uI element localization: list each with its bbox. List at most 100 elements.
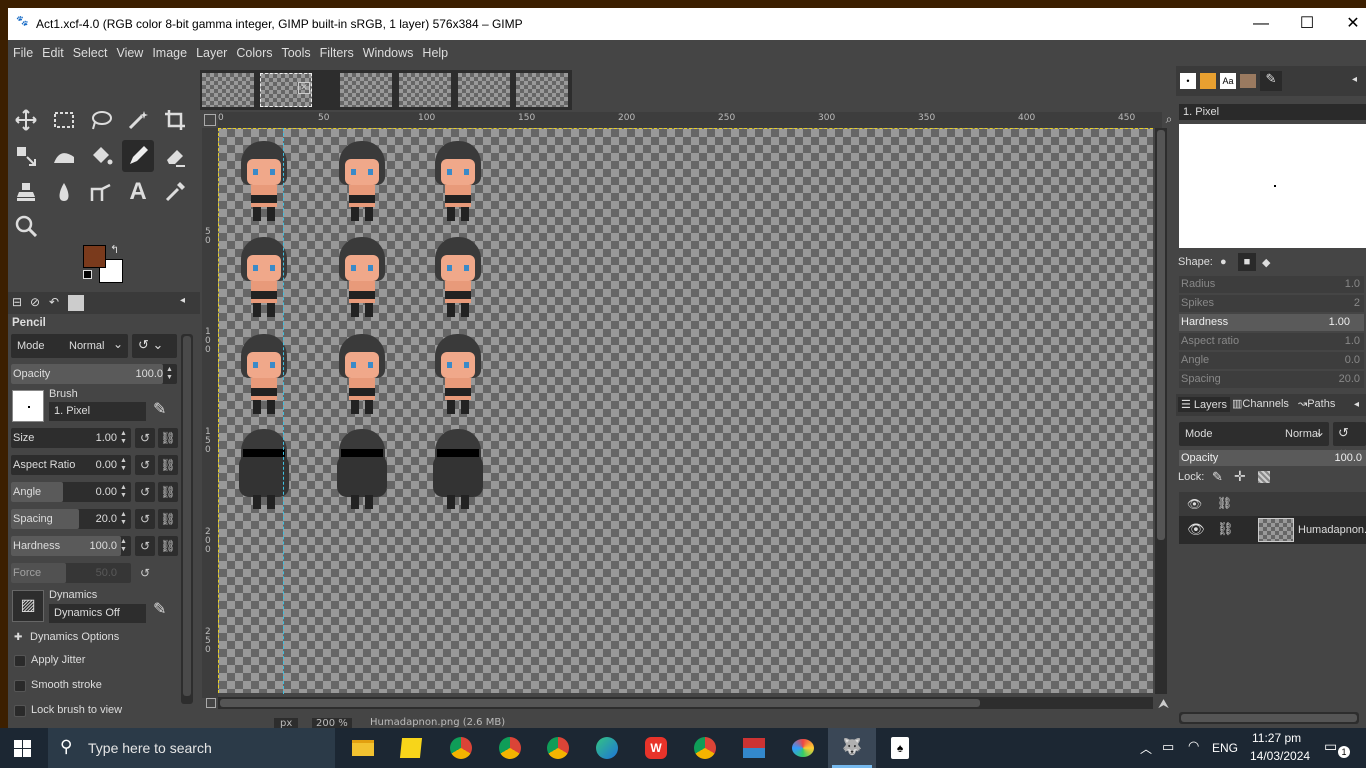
clock-date[interactable]: 14/03/2024 <box>1250 749 1310 763</box>
expand-icon[interactable]: ✚ <box>14 632 22 643</box>
unified-transform-icon[interactable] <box>10 140 42 172</box>
lock-pixels-icon[interactable]: ✎ <box>1212 469 1223 485</box>
force-slider[interactable]: Force 50.0 <box>11 563 131 583</box>
game-app-icon[interactable] <box>739 734 769 762</box>
navigate-icon[interactable]: ⮝ <box>1158 697 1169 712</box>
brush-angle-slider[interactable]: Angle 0.0 <box>1179 352 1364 369</box>
battery-icon[interactable]: ▭ <box>1162 739 1174 755</box>
foreground-color-swatch[interactable] <box>83 245 106 268</box>
reset-layer-mode-button[interactable]: ↺ ⌄ <box>1333 422 1366 456</box>
image-tab[interactable] <box>202 73 254 107</box>
menu-select[interactable]: Select <box>68 40 112 60</box>
diamond-shape-icon[interactable]: ◆ <box>1262 256 1270 269</box>
layer-name[interactable]: Humadapnon.png <box>1298 524 1366 536</box>
dock-menu-icon[interactable]: ◂ <box>180 295 185 306</box>
circle-shape-icon[interactable]: ● <box>1220 256 1227 268</box>
sticky-notes-icon[interactable] <box>396 734 426 762</box>
angle-spin-icon[interactable]: ▲ ▼ <box>120 484 129 500</box>
image-tab[interactable] <box>516 73 568 107</box>
chrome-profile-3-icon[interactable] <box>690 734 720 762</box>
device-status-tab-icon[interactable]: ⊘ <box>30 295 40 309</box>
smooth-stroke-checkbox[interactable] <box>14 680 26 692</box>
chrome-profile-1-icon[interactable] <box>446 734 476 762</box>
dock-menu-icon[interactable]: ◂ <box>1354 399 1359 410</box>
swap-colors-icon[interactable]: ↰ <box>110 243 119 256</box>
warp-transform-icon[interactable] <box>48 140 80 172</box>
tab-layers[interactable]: ☰ Layers <box>1178 397 1230 412</box>
color-picker-icon[interactable] <box>159 176 191 208</box>
hardness-spin-icon[interactable]: ▲ ▼ <box>120 538 129 554</box>
opacity-slider[interactable]: Opacity 100.0 ▲ ▼ <box>11 364 177 384</box>
menu-image[interactable]: Image <box>147 40 191 60</box>
gradients-tab-icon[interactable] <box>1240 74 1256 88</box>
move-tool-icon[interactable] <box>10 104 42 136</box>
paint-app-icon[interactable] <box>788 734 818 762</box>
size-spin-icon[interactable]: ▲ ▼ <box>120 430 129 446</box>
search-box[interactable]: ⚲ Type here to search <box>48 728 335 768</box>
notification-icon[interactable]: ▭ <box>1324 738 1337 755</box>
vertical-scrollbar[interactable] <box>1155 128 1167 694</box>
size-slider[interactable]: Size 1.00 ▲ ▼ <box>11 428 131 448</box>
language-indicator[interactable]: ENG <box>1212 741 1238 755</box>
images-tab-icon[interactable] <box>68 295 84 311</box>
default-colors-icon[interactable] <box>83 270 92 279</box>
opacity-spin-icon[interactable]: ▲ ▼ <box>166 366 175 382</box>
layers-scrollbar[interactable] <box>1179 712 1359 724</box>
undo-history-tab-icon[interactable]: ↶ <box>49 295 59 309</box>
radius-slider[interactable]: Radius 1.0 <box>1179 276 1364 293</box>
hardness-slider[interactable]: Hardness 100.0 ▲ ▼ <box>11 536 131 556</box>
quick-mask-icon[interactable] <box>204 114 216 126</box>
mode-select[interactable]: Mode Normal ⌄ <box>11 334 128 358</box>
tab-channels[interactable]: ▥Channels <box>1232 397 1289 410</box>
aspect-spin-icon[interactable]: ▲ ▼ <box>120 457 129 473</box>
image-canvas[interactable] <box>218 128 1153 693</box>
menu-help[interactable]: Help <box>417 40 452 60</box>
edit-dynamics-icon[interactable]: ✎ <box>153 599 166 619</box>
tool-options-tab-icon[interactable]: ⊟ <box>12 295 22 309</box>
spikes-slider[interactable]: Spikes 2 <box>1179 295 1364 312</box>
tool-options-scrollbar[interactable] <box>181 334 193 704</box>
reset-size-icon[interactable]: ↺ <box>135 428 155 448</box>
brush-hardness-slider[interactable]: Hardness 1.00 <box>1179 314 1364 331</box>
tab-paths[interactable]: ↝Paths <box>1298 397 1335 410</box>
aspect-slider[interactable]: Aspect ratio 1.0 <box>1179 333 1364 350</box>
link-angle-icon[interactable]: ⛓ <box>158 482 178 502</box>
fuzzy-select-icon[interactable] <box>122 104 154 136</box>
bucket-fill-icon[interactable] <box>85 140 117 172</box>
lock-alpha-icon[interactable] <box>1258 471 1270 483</box>
layer-row[interactable]: 👁 ⛓ Humadapnon.png <box>1179 516 1366 544</box>
image-tab[interactable] <box>458 73 510 107</box>
layer-mode-select[interactable]: Mode Normal ⌄ <box>1179 422 1329 446</box>
menu-filters[interactable]: Filters <box>315 40 358 60</box>
edit-brush-icon[interactable]: ✎ <box>153 399 166 419</box>
lasso-icon[interactable] <box>85 104 117 136</box>
pencil-tool-icon[interactable] <box>122 140 154 172</box>
spacing-slider[interactable]: Spacing 20.0 ▲ ▼ <box>11 509 131 529</box>
rect-select-icon[interactable] <box>48 104 80 136</box>
reset-aspect-icon[interactable]: ↺ <box>135 455 155 475</box>
reset-mode-button[interactable]: ↺ ⌄ <box>132 334 177 358</box>
reset-spacing-icon[interactable]: ↺ <box>135 509 155 529</box>
dynamics-options-expander[interactable]: Dynamics Options <box>30 631 119 643</box>
zoom-select[interactable]: 200 % <box>312 718 352 728</box>
link-aspect-icon[interactable]: ⛓ <box>158 455 178 475</box>
brush-preview[interactable] <box>12 390 44 422</box>
menu-windows[interactable]: Windows <box>358 40 418 60</box>
file-explorer-icon[interactable] <box>348 734 378 762</box>
zoom-icon[interactable] <box>10 210 42 242</box>
wifi-icon[interactable]: ◠ <box>1188 738 1199 754</box>
reset-angle-icon[interactable]: ↺ <box>135 482 155 502</box>
square-shape-icon[interactable]: ■ <box>1238 253 1256 271</box>
solitaire-icon[interactable]: ♠ <box>885 734 915 762</box>
nav-toggle-icon[interactable] <box>206 698 216 708</box>
reset-hardness-icon[interactable]: ↺ <box>135 536 155 556</box>
clock-time[interactable]: 11:27 pm <box>1252 731 1301 745</box>
menu-file[interactable]: File <box>8 40 37 60</box>
show-hidden-icons[interactable]: ︿ <box>1140 740 1152 757</box>
smudge-icon[interactable] <box>48 176 80 208</box>
angle-slider[interactable]: Angle 0.00 ▲ ▼ <box>11 482 131 502</box>
close-button[interactable]: ✕ <box>1330 8 1366 40</box>
chrome-profile-2-icon[interactable] <box>495 734 525 762</box>
unit-select[interactable]: px <box>274 718 299 728</box>
text-tool-icon[interactable]: A <box>122 176 154 208</box>
